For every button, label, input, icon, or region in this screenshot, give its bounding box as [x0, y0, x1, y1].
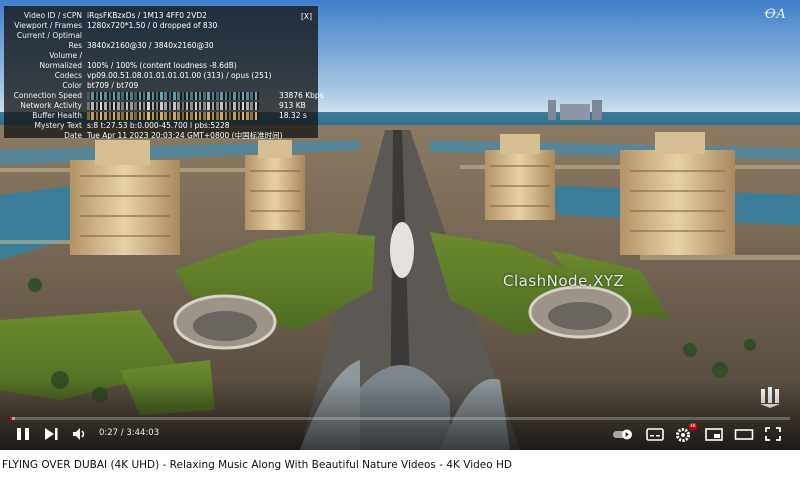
stats-key: Date: [64, 131, 82, 140]
stats-value: s:8 t:27.53 b:0.000-45.700 l pbs:5228: [87, 121, 230, 130]
stats-value: bt709 / bt709: [87, 81, 139, 90]
subtitles-button[interactable]: [645, 424, 665, 444]
stats-key: Color: [62, 81, 82, 90]
video-title[interactable]: FLYING OVER DUBAI (4K UHD) - Relaxing Mu…: [2, 459, 512, 471]
channel-logo: ꝊA: [764, 7, 786, 22]
stats-value: 100% / 100% (content loudness -8.6dB): [87, 61, 237, 70]
video-player[interactable]: ꝊA ClashNode.XYZ [X] Video ID / sCPN iRqsF…: [0, 0, 800, 450]
stats-graph: [87, 112, 259, 120]
pause-button[interactable]: [13, 424, 33, 444]
stats-key: Res: [68, 41, 82, 50]
stats-graph-value: 33876 Kbps: [279, 91, 324, 100]
stats-row: Res 3840x2160@30 / 3840x2160@30: [4, 41, 318, 51]
stats-for-nerds-panel: [X] Video ID / sCPN iRqsFKBzxDs / 1M13 4FF…: [4, 6, 324, 141]
stats-row: Normalized 100% / 100% (content loudness …: [4, 61, 318, 71]
stats-value: 1280x720*1.50 / 0 dropped of 830: [87, 21, 218, 30]
stats-row: Video ID / sCPN iRqsFKBzxDs / 1M13 4FF0 2…: [4, 11, 318, 21]
miniplayer-button[interactable]: [704, 424, 724, 444]
theater-mode-button[interactable]: [734, 424, 754, 444]
miniplayer-icon: [705, 428, 723, 441]
stats-key: Viewport / Frames: [14, 21, 82, 30]
stats-key: Buffer Health: [32, 111, 82, 120]
stats-row: Viewport / Frames 1280x720*1.50 / 0 dropp…: [4, 21, 318, 31]
volume-button[interactable]: [70, 424, 90, 444]
stats-row: Buffer Health 18.32 s: [4, 111, 318, 121]
stats-value: vp09.00.51.08.01.01.01.01.00 (313) / opu…: [87, 71, 272, 80]
progress-played: [10, 417, 12, 420]
stats-key: Connection Speed: [13, 91, 82, 100]
time-display: 0:27 / 3:44:03: [99, 428, 160, 438]
stats-value: 3840x2160@30 / 3840x2160@30: [87, 41, 214, 50]
next-icon: [45, 428, 58, 440]
next-button[interactable]: [41, 424, 61, 444]
stats-key: Mystery Text: [34, 121, 82, 130]
stats-key: Network Activity: [20, 101, 82, 110]
stats-row: Current / Optimal: [4, 31, 318, 41]
stats-row: Date Tue Apr 11 2023 20:03:24 GMT+0800 (中…: [4, 131, 318, 141]
stats-graph-value: 913 KB: [279, 101, 306, 110]
autoplay-toggle-icon: [613, 429, 632, 440]
stats-row: Codecs vp09.00.51.08.01.01.01.01.00 (313)…: [4, 71, 318, 81]
stats-row: Mystery Text s:8 t:27.53 b:0.000-45.700 l…: [4, 121, 318, 131]
stats-row: Network Activity 913 KB: [4, 101, 318, 111]
stats-key: Video ID / sCPN: [24, 11, 82, 20]
stats-graph: [87, 102, 259, 110]
stats-row: Connection Speed 33876 Kbps: [4, 91, 324, 101]
stats-key: Codecs: [54, 71, 82, 80]
stats-key: Normalized: [39, 61, 82, 70]
stats-row: Color bt709 / bt709: [4, 81, 318, 91]
stats-key: Volume /: [49, 51, 82, 60]
subtitles-icon: [646, 428, 664, 441]
watermark-text: ClashNode.XYZ: [503, 272, 625, 290]
stats-value: Tue Apr 11 2023 20:03:24 GMT+0800 (中国标准时…: [87, 131, 283, 140]
stats-key: Current / Optimal: [16, 31, 82, 40]
quality-badge: 4K: [689, 424, 697, 430]
volume-icon: [73, 428, 85, 440]
stats-value: iRqsFKBzxDs / 1M13 4FF0 2VD2: [87, 11, 207, 20]
theater-icon: [734, 429, 754, 440]
stats-graph: [87, 92, 259, 100]
autoplay-toggle[interactable]: [611, 424, 635, 444]
pause-icon: [17, 428, 29, 440]
stats-graph-value: 18.32 s: [279, 111, 307, 120]
stats-row: Volume /: [4, 51, 318, 61]
progress-bar[interactable]: [10, 417, 790, 420]
fullscreen-button[interactable]: [763, 424, 783, 444]
fullscreen-icon: [765, 427, 781, 441]
